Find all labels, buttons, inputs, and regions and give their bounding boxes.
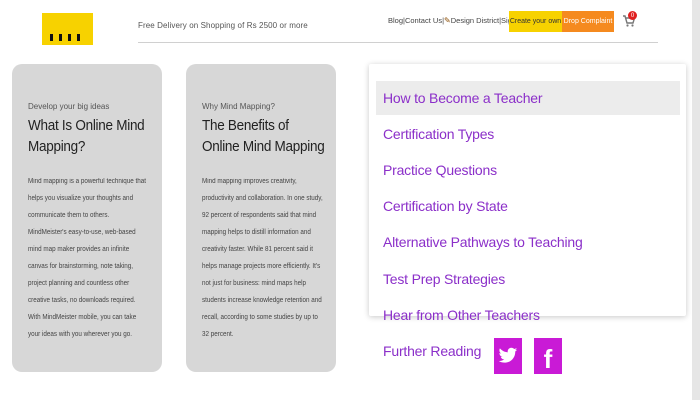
nav-blog-link[interactable]: Blog — [388, 16, 403, 25]
pen-icon: ✎ — [444, 16, 451, 25]
teacher-dropdown-menu: How to Become a Teacher Certification Ty… — [369, 64, 686, 323]
menu-item-certification-by-state[interactable]: Certification by State — [383, 198, 508, 214]
facebook-button[interactable]: f — [534, 338, 562, 374]
menu-item-certification-types[interactable]: Certification Types — [383, 126, 494, 142]
info-card-online-mind-mapping: Develop your big ideas What Is Online Mi… — [12, 64, 162, 372]
top-nav: Blog | Contact Us | ✎ Design District | … — [388, 16, 526, 25]
logo-mark — [50, 34, 80, 41]
menu-item-alternative-pathways[interactable]: Alternative Pathways to Teaching — [383, 234, 583, 250]
drop-complaint-button[interactable]: Drop Complaint — [562, 11, 614, 32]
site-header: Free Delivery on Shopping of Rs 2500 or … — [0, 0, 700, 45]
facebook-icon: f — [543, 343, 553, 374]
card-title: The Benefits of Online Mind Mapping — [202, 117, 325, 155]
menu-item-become-teacher[interactable]: How to Become a Teacher — [376, 81, 680, 115]
card-body: Mind mapping improves creativity, produc… — [202, 178, 323, 338]
twitter-button[interactable] — [494, 338, 522, 374]
nav-contact-link[interactable]: Contact Us — [405, 16, 442, 25]
twitter-icon — [498, 347, 518, 363]
cart-count-badge: 0 — [628, 11, 637, 20]
card-eyebrow: Develop your big ideas — [28, 102, 110, 111]
card-body: Mind mapping is a powerful technique tha… — [28, 178, 147, 338]
menu-item-practice-questions[interactable]: Practice Questions — [383, 162, 497, 178]
nav-design-district-link[interactable]: Design District — [451, 16, 499, 25]
header-divider — [138, 42, 658, 43]
scrollbar[interactable] — [692, 0, 700, 400]
info-card-benefits: Why Mind Mapping? The Benefits of Online… — [186, 64, 336, 372]
further-reading-link[interactable]: Further Reading — [383, 343, 481, 359]
free-delivery-banner: Free Delivery on Shopping of Rs 2500 or … — [138, 21, 308, 30]
menu-item-hear-from-teachers[interactable]: Hear from Other Teachers — [383, 307, 540, 323]
card-eyebrow: Why Mind Mapping? — [202, 102, 275, 111]
site-logo[interactable] — [42, 13, 93, 45]
card-title: What Is Online Mind Mapping? — [28, 117, 145, 155]
create-your-own-button[interactable]: Create your own — [509, 11, 562, 32]
menu-item-test-prep[interactable]: Test Prep Strategies — [383, 271, 505, 287]
